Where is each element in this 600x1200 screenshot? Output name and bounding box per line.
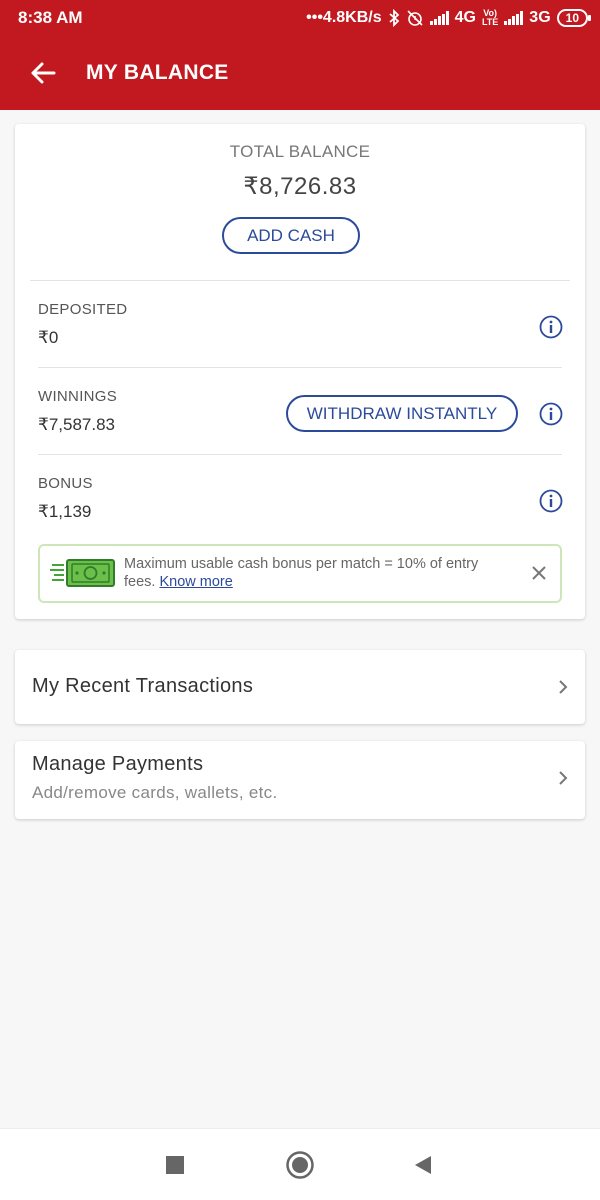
add-cash-button[interactable]: ADD CASH bbox=[222, 217, 360, 254]
recent-transactions-title: My Recent Transactions bbox=[32, 675, 254, 697]
chevron-right-icon bbox=[559, 680, 568, 694]
signal-icon-1 bbox=[429, 11, 449, 25]
bonus-info-banner: Maximum usable cash bonus per match = 10… bbox=[38, 544, 562, 603]
bonus-value: ₹1,139 bbox=[38, 502, 92, 521]
recent-transactions-item[interactable]: My Recent Transactions bbox=[15, 650, 585, 724]
divider bbox=[38, 367, 562, 368]
bonus-info-text: Maximum usable cash bonus per match = 10… bbox=[124, 555, 509, 591]
close-icon[interactable] bbox=[530, 564, 548, 582]
manage-payments-subtitle: Add/remove cards, wallets, etc. bbox=[32, 783, 278, 802]
bonus-label: BONUS bbox=[38, 475, 93, 492]
status-bar: 8:38 AM •••4.8KB/s 4G Vo) LTE 3G 10 bbox=[0, 0, 600, 36]
status-time: 8:38 AM bbox=[18, 8, 83, 27]
chevron-right-icon bbox=[559, 771, 568, 785]
withdraw-instantly-button[interactable]: WITHDRAW INSTANTLY bbox=[286, 395, 518, 432]
balance-card: TOTAL BALANCE ₹8,726.83 ADD CASH DEPOSIT… bbox=[15, 124, 585, 619]
divider bbox=[30, 280, 570, 281]
bonus-info-icon[interactable] bbox=[539, 489, 563, 513]
deposited-value: ₹0 bbox=[38, 328, 59, 347]
app-bar: MY BALANCE bbox=[0, 36, 600, 110]
winnings-info-icon[interactable] bbox=[539, 402, 563, 426]
network-type-1: 4G bbox=[454, 9, 476, 26]
volte-indicator: Vo) LTE bbox=[481, 8, 499, 27]
manage-payments-item[interactable]: Manage Payments Add/remove cards, wallet… bbox=[15, 741, 585, 819]
stop-icon[interactable] bbox=[166, 1156, 184, 1174]
bluetooth-icon bbox=[389, 9, 399, 27]
deposited-info-icon[interactable] bbox=[539, 315, 563, 339]
system-nav-bar bbox=[0, 1128, 600, 1200]
divider bbox=[38, 454, 562, 455]
signal-icon-2 bbox=[504, 11, 524, 25]
back-icon[interactable] bbox=[413, 1155, 433, 1175]
net-speed: •••4.8KB/s bbox=[306, 9, 382, 26]
page-title: MY BALANCE bbox=[86, 61, 229, 84]
home-icon[interactable] bbox=[285, 1150, 315, 1180]
manage-payments-title: Manage Payments bbox=[32, 753, 204, 775]
total-balance-amount: ₹8,726.83 bbox=[243, 173, 357, 200]
winnings-label: WINNINGS bbox=[38, 388, 118, 405]
network-type-2: 3G bbox=[529, 9, 551, 26]
back-button[interactable] bbox=[0, 36, 86, 110]
status-indicators: •••4.8KB/s 4G Vo) LTE 3G 10 bbox=[306, 8, 592, 27]
back-arrow-icon bbox=[31, 62, 56, 84]
deposited-label: DEPOSITED bbox=[38, 301, 128, 318]
alarm-off-icon bbox=[407, 10, 423, 26]
cash-icon bbox=[50, 559, 115, 587]
total-balance-label: TOTAL BALANCE bbox=[229, 142, 371, 161]
battery-indicator: 10 bbox=[556, 9, 592, 27]
winnings-value: ₹7,587.83 bbox=[38, 415, 115, 434]
know-more-link[interactable]: Know more bbox=[159, 574, 232, 590]
